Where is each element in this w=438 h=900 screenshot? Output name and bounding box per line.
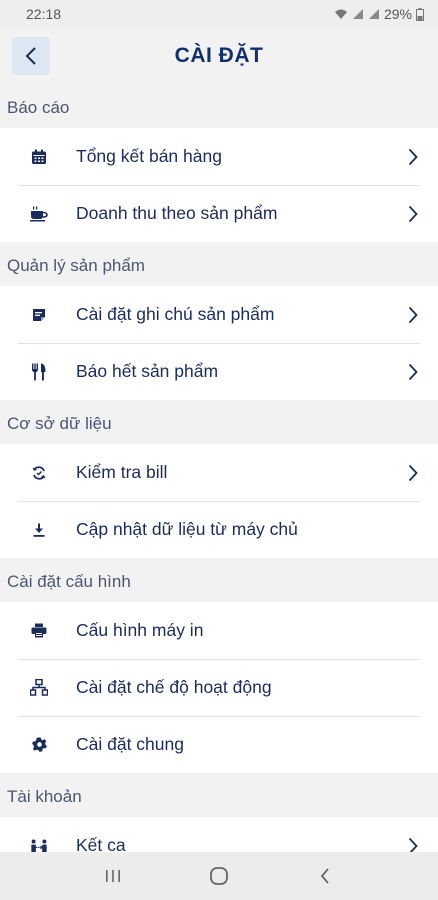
menu-item-label: Cài đặt ghi chú sản phẩm bbox=[76, 304, 275, 324]
note-icon bbox=[30, 306, 48, 324]
menu-item-label: Cài đặt chung bbox=[76, 734, 184, 754]
status-bar: 22:18 29% bbox=[0, 0, 438, 28]
back-button[interactable] bbox=[12, 37, 50, 75]
section-title-reports: Báo cáo bbox=[7, 98, 70, 117]
home-button[interactable] bbox=[199, 856, 239, 896]
section-reports: Tổng kết bán hàng Doanh thu theo sản phẩ… bbox=[0, 128, 438, 242]
menu-item-label: Tổng kết bán hàng bbox=[76, 146, 222, 166]
signal-2-icon bbox=[368, 9, 379, 19]
recent-apps-icon bbox=[106, 870, 120, 882]
sync-icon bbox=[30, 464, 48, 482]
section-account: Kết ca bbox=[0, 817, 438, 852]
menu-item-revenue-by-product[interactable]: Doanh thu theo sản phẩm bbox=[0, 185, 438, 242]
chevron-right-icon bbox=[406, 147, 420, 167]
menu-item-label: Cập nhật dữ liệu từ máy chủ bbox=[76, 519, 298, 539]
menu-item-label: Doanh thu theo sản phẩm bbox=[76, 203, 278, 223]
section-title-database: Cơ sở dữ liệu bbox=[7, 414, 112, 433]
menu-item-label: Kiểm tra bill bbox=[76, 462, 168, 482]
menu-item-label: Báo hết sản phẩm bbox=[76, 361, 219, 381]
gear-icon bbox=[30, 736, 48, 754]
recent-apps-button[interactable] bbox=[93, 856, 133, 896]
menu-item-operation-mode[interactable]: Cài đặt chế độ hoạt động bbox=[0, 659, 438, 716]
coffee-cup-icon bbox=[30, 205, 48, 223]
section-configuration: Cấu hình máy in Cài đặt chế độ hoạt động… bbox=[0, 602, 438, 773]
menu-item-out-of-stock[interactable]: Báo hết sản phẩm bbox=[0, 343, 438, 400]
chevron-right-icon bbox=[406, 305, 420, 325]
chevron-right-icon bbox=[406, 204, 420, 224]
chevron-left-icon bbox=[320, 868, 329, 884]
menu-item-label: Kết ca bbox=[76, 835, 126, 852]
menu-item-general-settings[interactable]: Cài đặt chung bbox=[0, 716, 438, 773]
app-header: CÀI ĐẶT bbox=[0, 28, 438, 84]
network-icon bbox=[30, 679, 48, 697]
battery-percent: 29% bbox=[383, 6, 412, 22]
settings-list[interactable]: Báo cáo Tổng kết bán hàng Doanh thu theo… bbox=[0, 84, 438, 852]
wifi-icon bbox=[334, 9, 347, 19]
menu-item-label: Cài đặt chế độ hoạt động bbox=[76, 677, 272, 697]
signal-icon bbox=[352, 9, 363, 19]
menu-item-end-shift[interactable]: Kết ca bbox=[0, 817, 438, 852]
section-title-product-management: Quản lý sản phẩm bbox=[7, 256, 145, 275]
section-database: Kiểm tra bill Cập nhật dữ liệu từ máy ch… bbox=[0, 444, 438, 558]
status-icons: 29% bbox=[334, 6, 424, 22]
chevron-right-icon bbox=[406, 362, 420, 382]
printer-icon bbox=[30, 622, 48, 640]
calendar-icon bbox=[30, 148, 48, 166]
menu-item-update-from-server[interactable]: Cập nhật dữ liệu từ máy chủ bbox=[0, 501, 438, 558]
chevron-right-icon bbox=[406, 836, 420, 852]
chevron-right-icon bbox=[406, 463, 420, 483]
section-title-configuration: Cài đặt cấu hình bbox=[7, 572, 131, 591]
shift-handover-icon bbox=[30, 837, 48, 853]
utensils-icon bbox=[30, 363, 48, 381]
chevron-left-icon bbox=[25, 47, 36, 65]
menu-item-sales-summary[interactable]: Tổng kết bán hàng bbox=[0, 128, 438, 185]
menu-item-label: Cấu hình máy in bbox=[76, 620, 204, 640]
menu-item-product-note-settings[interactable]: Cài đặt ghi chú sản phẩm bbox=[0, 286, 438, 343]
system-navigation-bar bbox=[0, 852, 438, 900]
section-product-management: Cài đặt ghi chú sản phẩm Báo hết sản phẩ… bbox=[0, 286, 438, 400]
download-icon bbox=[30, 521, 48, 539]
battery-icon bbox=[416, 7, 424, 21]
status-time: 22:18 bbox=[26, 6, 62, 22]
menu-item-printer-config[interactable]: Cấu hình máy in bbox=[0, 602, 438, 659]
home-icon bbox=[210, 867, 228, 885]
system-back-button[interactable] bbox=[305, 856, 345, 896]
page-title: CÀI ĐẶT bbox=[174, 44, 264, 67]
section-title-account: Tài khoản bbox=[7, 787, 82, 806]
menu-item-check-bill[interactable]: Kiểm tra bill bbox=[0, 444, 438, 501]
